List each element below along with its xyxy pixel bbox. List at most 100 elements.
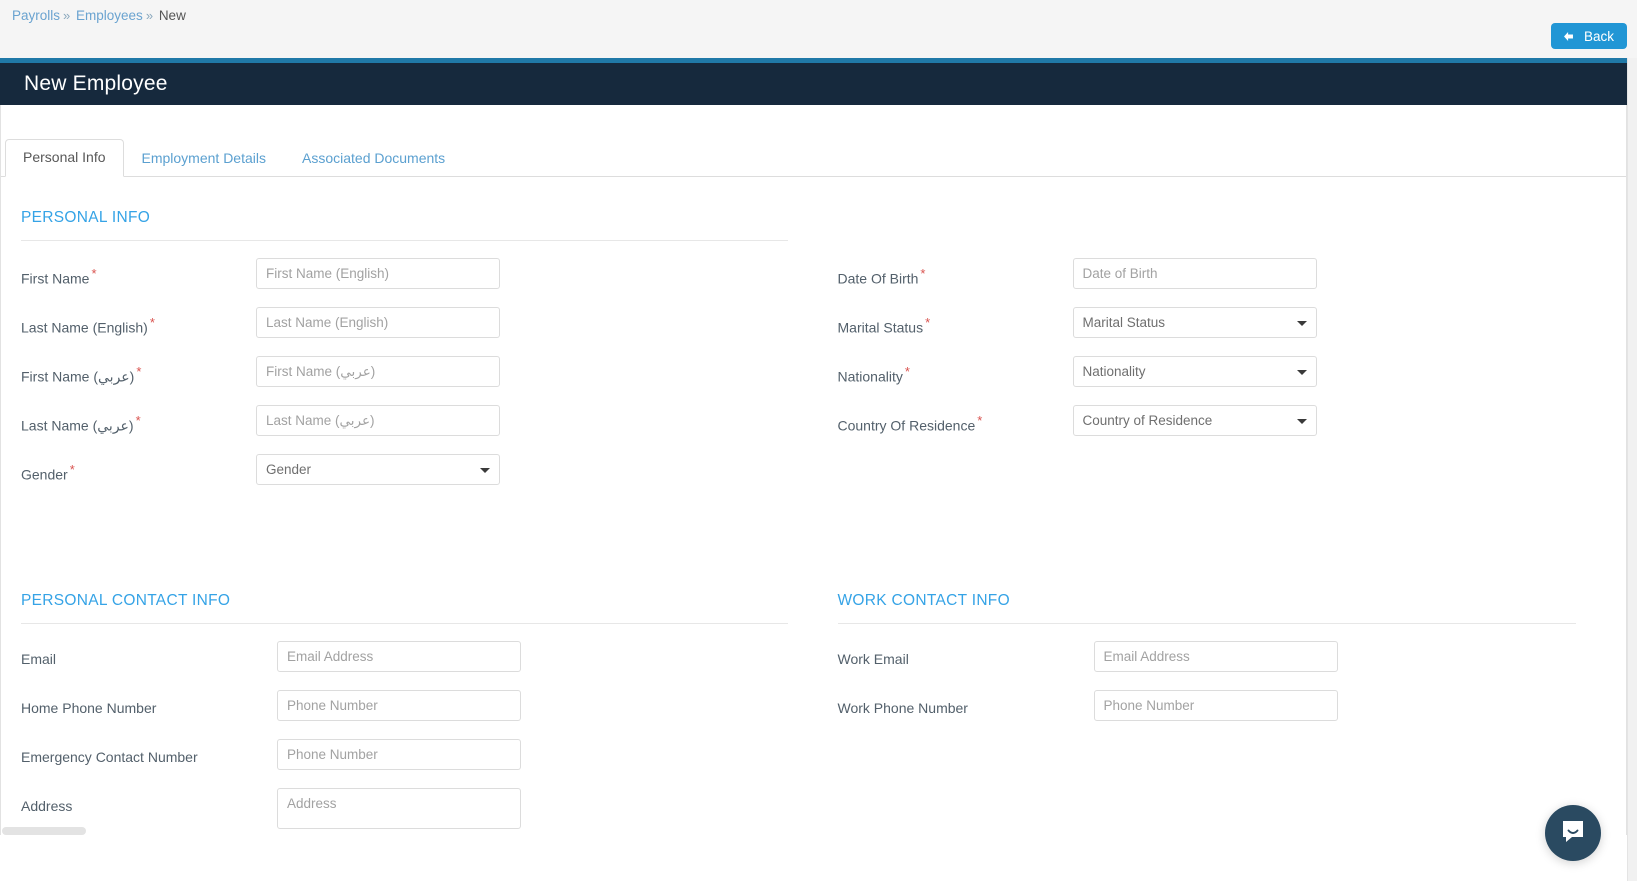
label-text: Last Name (عربي)	[21, 417, 134, 434]
label-text: First Name (عربي)	[21, 368, 135, 385]
date-of-birth-input[interactable]	[1072, 258, 1317, 289]
country-of-residence-select-value: Country of Residence	[1082, 413, 1213, 428]
arrow-left-icon	[1562, 30, 1575, 43]
personal-info-row: PERSONAL INFO First Name* Last Name (Eng…	[21, 177, 1606, 503]
field-control: Country of Residence	[1072, 405, 1317, 436]
breadcrumb-item-payrolls[interactable]: Payrolls	[12, 8, 60, 23]
tab-personal-info[interactable]: Personal Info	[5, 139, 124, 177]
field-label: Country Of Residence *	[838, 405, 1073, 435]
field-email: Email	[21, 641, 788, 682]
last-name-english-input[interactable]	[256, 307, 500, 338]
chevron-down-icon	[1296, 321, 1307, 326]
label-text: Country Of Residence	[837, 417, 976, 434]
nationality-select-value: Nationality	[1082, 364, 1146, 379]
field-label: Last Name (English) *	[21, 307, 256, 337]
horizontal-scrollbar[interactable]	[2, 827, 86, 835]
field-label: Nationality *	[838, 356, 1073, 386]
work-email-input[interactable]	[1093, 641, 1338, 672]
work-contact-info-column: WORK CONTACT INFO Work Email Work Phone …	[814, 560, 1607, 835]
field-last-name-english: Last Name (English) *	[21, 307, 788, 348]
last-name-arabic-input[interactable]	[256, 405, 500, 436]
personal-contact-info-column: PERSONAL CONTACT INFO Email Home Phone N…	[21, 560, 814, 835]
marital-status-select[interactable]: Marital Status	[1072, 307, 1317, 338]
tab-employment-details[interactable]: Employment Details	[124, 140, 285, 177]
field-control: Nationality	[1072, 356, 1317, 387]
vertical-scrollbar-thumb[interactable]	[1629, 58, 1637, 358]
field-control	[277, 788, 521, 829]
breadcrumb-separator: »	[63, 8, 71, 23]
field-country-of-residence: Country Of Residence * Country of Residen…	[838, 405, 1577, 446]
required-marker: *	[135, 413, 141, 428]
required-marker: *	[920, 266, 926, 281]
chevron-down-icon	[1296, 370, 1307, 375]
form-body: PERSONAL INFO First Name* Last Name (Eng…	[1, 177, 1626, 835]
required-marker: *	[136, 364, 142, 379]
label-text: Marital Status	[837, 319, 924, 336]
field-control	[1072, 258, 1317, 289]
address-textarea[interactable]	[277, 788, 521, 829]
required-marker: *	[904, 364, 910, 379]
field-label: Gender *	[21, 454, 256, 484]
field-last-name-arabic: Last Name (عربي) *	[21, 405, 788, 446]
field-marital-status: Marital Status * Marital Status	[838, 307, 1577, 348]
tab-bar: Personal Info Employment Details Associa…	[1, 105, 1626, 177]
chat-launcher-button[interactable]	[1545, 805, 1601, 861]
field-label: First Name (عربي) *	[21, 356, 256, 386]
field-label: First Name *	[21, 258, 256, 288]
field-date-of-birth: Date Of Birth *	[838, 258, 1577, 299]
required-marker: *	[977, 413, 983, 428]
chevron-down-icon	[480, 468, 490, 473]
gender-select-value: Gender	[266, 462, 312, 477]
section-divider	[837, 623, 1576, 624]
gender-select[interactable]: Gender	[256, 454, 500, 485]
field-control	[277, 739, 521, 770]
contact-info-row: PERSONAL CONTACT INFO Email Home Phone N…	[21, 560, 1606, 835]
chat-bubble-smile-icon	[1559, 817, 1587, 850]
field-first-name: First Name *	[21, 258, 788, 299]
field-work-email: Work Email	[838, 641, 1577, 682]
vertical-scrollbar[interactable]	[1627, 58, 1637, 881]
required-marker: *	[69, 462, 75, 477]
breadcrumb-item-new: New	[158, 8, 186, 23]
chevron-down-icon	[1296, 419, 1307, 424]
section-title-work-contact-info: WORK CONTACT INFO	[837, 592, 1010, 609]
label-text: Last Name (English)	[21, 319, 148, 336]
field-label: Marital Status *	[838, 307, 1073, 337]
personal-info-right-column: Date Of Birth* Marital Status* Marital S…	[814, 177, 1607, 503]
field-label: Emergency Contact Number	[21, 749, 198, 765]
field-label: Work Email	[837, 651, 909, 667]
field-address: Address	[21, 788, 788, 829]
tab-associated-documents[interactable]: Associated Documents	[284, 140, 463, 177]
content-card: Personal Info Employment Details Associa…	[0, 105, 1627, 835]
field-control	[277, 641, 521, 672]
page-title: New Employee	[24, 72, 168, 95]
email-input[interactable]	[277, 641, 521, 672]
field-emergency-contact-number: Emergency Contact Number	[21, 739, 788, 780]
first-name-arabic-input[interactable]	[256, 356, 500, 387]
emergency-contact-number-input[interactable]	[277, 739, 521, 770]
back-button[interactable]: Back	[1550, 23, 1627, 49]
country-of-residence-select[interactable]: Country of Residence	[1072, 405, 1317, 436]
personal-info-left-column: PERSONAL INFO First Name* Last Name (Eng…	[21, 177, 814, 503]
first-name-input[interactable]	[256, 258, 500, 289]
nationality-select[interactable]: Nationality	[1072, 356, 1317, 387]
page-header: New Employee	[0, 58, 1627, 105]
breadcrumb: Payrolls» Employees» New	[12, 8, 1637, 24]
label-text: Gender	[21, 466, 68, 483]
label-text: First Name	[21, 270, 90, 287]
required-marker: *	[925, 315, 931, 330]
breadcrumb-item-employees[interactable]: Employees	[76, 8, 143, 23]
home-phone-number-input[interactable]	[277, 690, 521, 721]
label-text: Nationality	[837, 368, 903, 385]
field-control	[256, 307, 500, 338]
breadcrumb-bar: Payrolls» Employees» New Back	[0, 0, 1637, 58]
section-title-personal-info: PERSONAL INFO	[21, 209, 151, 226]
field-home-phone-number: Home Phone Number	[21, 690, 788, 731]
field-control	[1093, 641, 1338, 672]
field-work-phone-number: Work Phone Number	[838, 690, 1577, 731]
work-phone-number-input[interactable]	[1093, 690, 1338, 721]
field-label: Home Phone Number	[21, 700, 157, 716]
field-gender: Gender * Gender	[21, 454, 788, 495]
field-label: Email	[21, 651, 57, 667]
field-control	[256, 258, 500, 289]
